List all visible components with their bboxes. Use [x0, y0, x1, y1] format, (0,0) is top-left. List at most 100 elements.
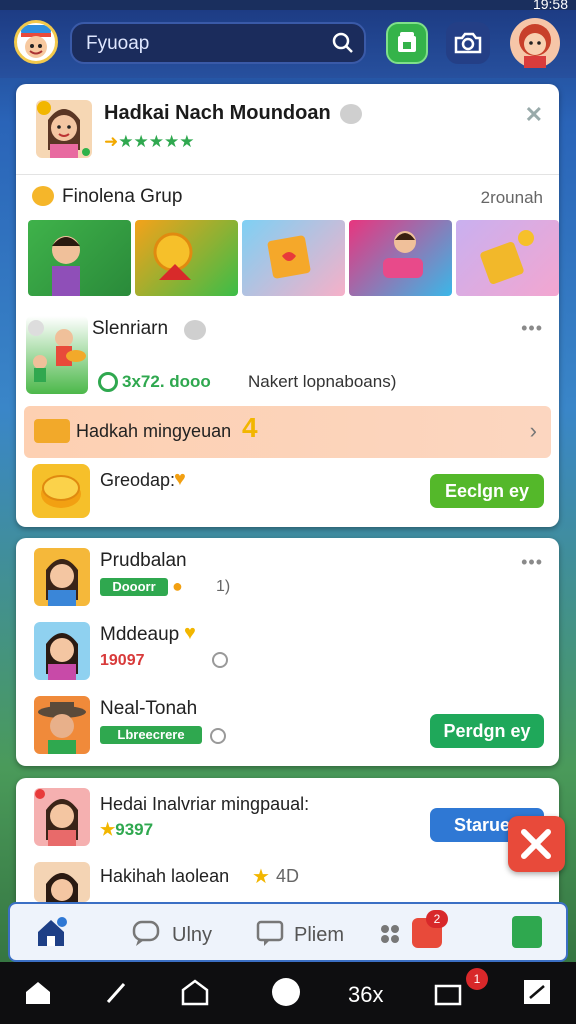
friend-avatar[interactable] [34, 696, 90, 754]
friend-extra: 1) [216, 578, 231, 595]
number-four-icon: 4 [242, 412, 258, 443]
boy-avatar-icon [52, 236, 80, 296]
avatar-girl-icon [519, 24, 551, 68]
windows-icon[interactable] [434, 980, 466, 1006]
profile-rating: ➜★★★★★ [104, 132, 194, 152]
profile-name: Hadkai Nach Moundoan [104, 102, 331, 124]
promo-banner[interactable]: Hadkah mingyeuan 4 › [24, 406, 551, 458]
coins-icon [34, 419, 70, 443]
verified-icon [184, 320, 206, 340]
info-icon[interactable] [210, 728, 226, 744]
nav-tab-label[interactable]: Pliem [294, 924, 344, 947]
avatar-woman-icon [46, 559, 78, 606]
profile-avatar[interactable] [36, 100, 92, 158]
coin-bow-icon [153, 232, 193, 280]
friend-avatar[interactable] [34, 622, 90, 680]
reward-icon [32, 464, 90, 518]
group-action-link[interactable]: 2rounah [481, 188, 543, 208]
post-avatar[interactable] [26, 316, 88, 394]
rating-stars: ★★★★★ [118, 132, 195, 151]
friend-name: Prudbalan [100, 550, 187, 571]
home-icon[interactable] [34, 916, 68, 950]
store-button[interactable] [386, 22, 428, 64]
post-stats: 3x72. dooo [122, 372, 211, 391]
avatar-man-hat-icon [38, 702, 86, 754]
mascot-icon [21, 25, 51, 58]
gift-bag-icon [267, 235, 311, 279]
more-options-icon[interactable]: ••• [521, 552, 543, 573]
vendor-icon [28, 320, 86, 382]
friend-action-button[interactable]: Perdgn ey [430, 714, 544, 748]
avatar-woman-icon [46, 873, 78, 902]
search-placeholder: Fyuoap [86, 33, 150, 54]
group-tile-3[interactable] [242, 220, 345, 296]
coin-icon: ● [172, 576, 183, 596]
group-tile-4[interactable] [349, 220, 452, 296]
star-icon: ★ [252, 866, 270, 888]
message-icon[interactable] [254, 918, 288, 948]
status-bar: 19:58 [0, 0, 576, 12]
system-circle-icon[interactable] [272, 978, 300, 1006]
system-nav: 36x 1 [0, 962, 576, 1024]
expand-icon[interactable] [522, 978, 552, 1006]
system-center-label: 36x [348, 982, 384, 1007]
avatar-woman-icon [37, 101, 90, 158]
heart-icon: ♥ [184, 622, 196, 644]
promo-text: Hadkah mingyeuan [76, 421, 232, 441]
edit-icon[interactable] [104, 980, 128, 1006]
avatar-woman-icon [35, 789, 78, 846]
system-home-icon[interactable] [24, 980, 52, 1006]
request-name: Hedai Inalvriar mingpaual: [100, 794, 310, 814]
camera-button[interactable] [446, 22, 490, 64]
close-icon[interactable]: ✕ [525, 102, 543, 128]
store-icon [398, 32, 416, 52]
friend-name: Mddeaup [100, 624, 180, 645]
group-tile-1[interactable] [28, 220, 131, 296]
group-title: Finolena Grup [62, 186, 183, 207]
request-avatar[interactable] [34, 862, 90, 902]
player-icon [383, 231, 423, 278]
friend-badge: Lbreecrere [100, 726, 202, 744]
more-options-icon[interactable]: ••• [521, 318, 543, 339]
thumbs-up-icon: ➜ [104, 132, 119, 151]
divider [16, 174, 559, 175]
requests-card: Hedai Inalvriar mingpaual: ★9397 Staruee… [16, 778, 559, 902]
request-avatar[interactable] [34, 788, 90, 846]
nav-tab-label[interactable]: Ulny [172, 924, 212, 947]
friend-badge: Dooorr [100, 578, 168, 596]
store-outline-icon[interactable] [180, 978, 210, 1006]
tools-button[interactable] [508, 816, 565, 872]
gold-coin-icon [41, 475, 81, 508]
request-name: Hakihah laolean [100, 866, 230, 886]
post-stats-suffix: Nakert lopnaboans) [248, 372, 397, 391]
bottom-nav: Ulny Pliem 2 [8, 902, 568, 962]
system-notif-badge: 1 [466, 968, 488, 990]
search-input[interactable]: Fyuoap [70, 22, 366, 64]
search-icon[interactable] [332, 32, 354, 54]
request-points-value: 9397 [115, 820, 154, 839]
verified-icon [340, 104, 362, 124]
camera-icon [454, 32, 482, 54]
tools-icon [521, 829, 551, 859]
friend-avatar[interactable] [34, 548, 90, 606]
treasure-box-icon [480, 230, 534, 285]
group-icon [32, 186, 54, 206]
post-author: Slenriarn [92, 318, 169, 339]
reward-button[interactable]: Eeclgn ey [430, 474, 544, 508]
app-mascot-avatar[interactable] [14, 20, 58, 64]
user-avatar[interactable] [510, 18, 560, 68]
star-icon: ★ [100, 820, 116, 839]
friends-card: ••• Prudbalan Dooorr ● 1) Mddeaup ♥ 1909… [16, 538, 559, 766]
friend-name: Neal-Tonah [100, 698, 198, 719]
avatar-woman-icon [46, 633, 78, 680]
request-points: 4D [276, 866, 300, 886]
heart-icon: ♥ [174, 468, 186, 490]
grid-dots-icon[interactable] [380, 924, 402, 944]
group-tile-5[interactable] [456, 220, 559, 296]
chevron-right-icon[interactable]: › [530, 418, 537, 444]
info-icon[interactable] [212, 652, 228, 668]
green-menu-icon[interactable] [512, 916, 542, 948]
check-icon [98, 372, 118, 392]
group-tile-2[interactable] [135, 220, 238, 296]
chat-icon[interactable] [130, 918, 164, 948]
